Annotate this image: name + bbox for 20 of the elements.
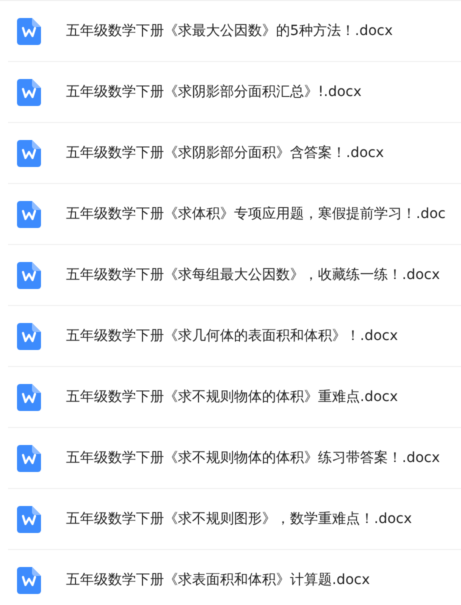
file-name[interactable]: 五年级数学下册《求表面积和体积》计算题.docx [66, 571, 370, 589]
file-name[interactable]: 五年级数学下册《求每组最大公因数》，收藏练一练！.docx [66, 266, 440, 284]
file-name[interactable]: 五年级数学下册《求不规则物体的体积》重难点.docx [66, 388, 398, 406]
word-document-icon [17, 322, 41, 350]
word-document-icon [17, 200, 41, 228]
file-name[interactable]: 五年级数学下册《求不规则物体的体积》练习带答案！.docx [66, 449, 440, 467]
file-name[interactable]: 五年级数学下册《求不规则图形》，数学重难点！.docx [66, 510, 412, 528]
word-document-icon [17, 384, 41, 410]
word-document-icon [17, 506, 41, 532]
word-document-icon [17, 78, 41, 106]
word-document-icon [17, 18, 41, 44]
word-document-icon [17, 262, 41, 288]
word-document-icon [17, 566, 41, 594]
file-name[interactable]: 五年级数学下册《求阴影部分面积》含答案！.docx [66, 144, 384, 162]
file-name[interactable]: 五年级数学下册《求最大公因数》的5种方法！.docx [66, 22, 393, 40]
word-document-icon [17, 140, 41, 166]
word-document-icon [17, 444, 41, 472]
file-name[interactable]: 五年级数学下册《求几何体的表面积和体积》！.docx [66, 327, 398, 345]
file-name[interactable]: 五年级数学下册《求体积》专项应用题，寒假提前学习！.doc [66, 205, 446, 223]
file-name[interactable]: 五年级数学下册《求阴影部分面积汇总》!.docx [66, 83, 362, 101]
